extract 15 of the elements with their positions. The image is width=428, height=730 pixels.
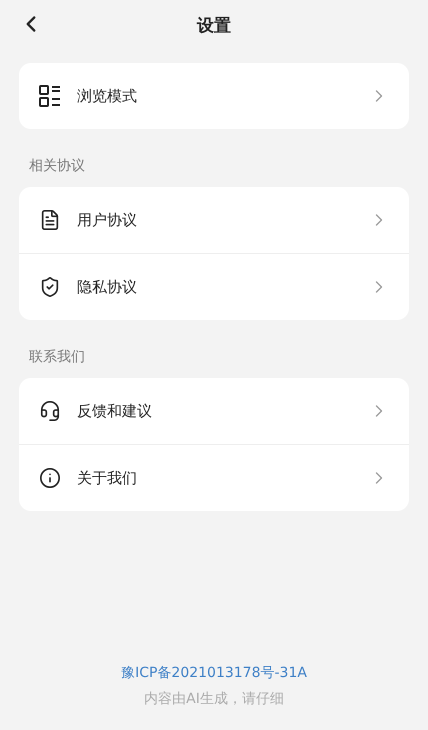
section-heading: 联系我们 [28, 348, 86, 367]
list-icon [39, 85, 61, 107]
section-heading: 相关协议 [28, 157, 86, 176]
ai-notice: 内容由AI生成，请仔细 [144, 690, 284, 708]
shield-icon [39, 276, 61, 298]
settings-row[interactable]: 关于我们 [19, 444, 409, 511]
document-icon [39, 209, 61, 231]
page-title: 设置 [197, 14, 231, 36]
license-link[interactable]: 豫ICP备2021013178号-31A [121, 664, 307, 682]
headset-icon [39, 400, 61, 422]
settings-row[interactable]: 反馈和建议 [19, 378, 409, 444]
settings-row[interactable]: 隐私协议 [19, 253, 409, 320]
settings-row[interactable]: 用户协议 [19, 187, 409, 253]
settings-row[interactable]: 浏览模式 [19, 63, 409, 129]
info-icon [39, 467, 61, 489]
